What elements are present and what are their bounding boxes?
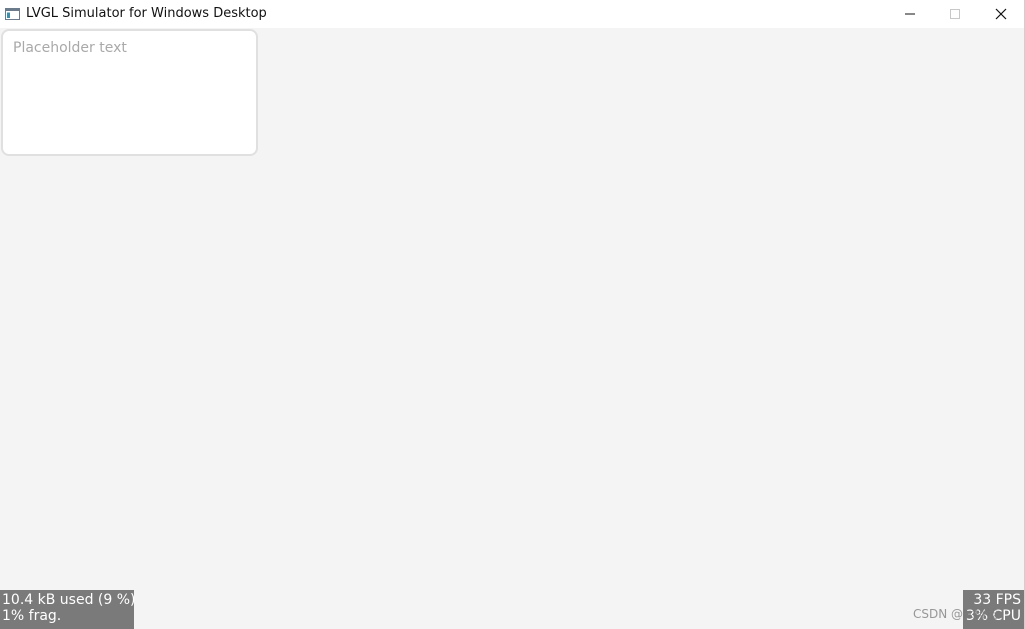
text-area[interactable]: Placeholder text: [1, 29, 258, 156]
maximize-button[interactable]: [932, 0, 978, 28]
text-area-placeholder: Placeholder text: [13, 40, 127, 56]
window-title: LVGL Simulator for Windows Desktop: [26, 6, 267, 21]
memory-used-label: 10.4 kB used (9 %): [2, 592, 136, 608]
lvgl-simulator-window: LVGL Simulator for Windows Desktop Place…: [0, 0, 1025, 629]
memory-monitor: 10.4 kB used (9 %) 1% frag.: [0, 590, 136, 629]
close-icon: [995, 8, 1007, 20]
maximize-icon: [950, 9, 960, 19]
minimize-icon: [905, 13, 915, 15]
title-bar[interactable]: LVGL Simulator for Windows Desktop: [0, 0, 1024, 28]
watermark: CSDN @lx科技: [913, 607, 998, 621]
close-button[interactable]: [978, 0, 1024, 28]
memory-frag-label: 1% frag.: [2, 608, 62, 624]
app-window-icon: [5, 8, 20, 20]
minimize-button[interactable]: [887, 0, 933, 28]
